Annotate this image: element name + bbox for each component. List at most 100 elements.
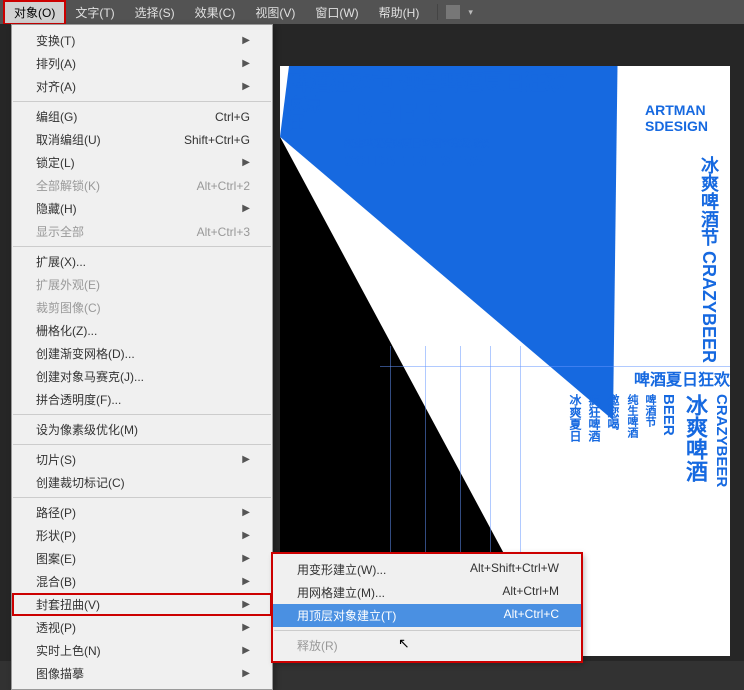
menu-item[interactable]: 隐藏(H) ▶ — [12, 197, 272, 220]
submenu-item: 释放(R) — [273, 634, 581, 657]
menu-item[interactable]: 锁定(L) ▶ — [12, 151, 272, 174]
menu-item[interactable]: 创建对象马赛克(J)... — [12, 365, 272, 388]
menu-item-label: 图案(E) — [36, 550, 76, 567]
menu-item-label: 设为像素级优化(M) — [36, 421, 138, 438]
menu-item-label: 排列(A) — [36, 55, 76, 72]
menu-item-label: 形状(P) — [36, 527, 76, 544]
art-text-leftcols: 疯凉 狂 — [286, 96, 322, 132]
chevron-right-icon: ▶ — [242, 530, 250, 541]
chevron-right-icon: ▶ — [242, 553, 250, 564]
menu-item-label: 锁定(L) — [36, 154, 75, 171]
menu-item[interactable]: 实时上色(N)▶ — [12, 639, 272, 662]
menu-window[interactable]: 窗口(W) — [305, 1, 368, 24]
menu-item[interactable]: 形状(P) ▶ — [12, 524, 272, 547]
tool-icon[interactable] — [446, 5, 460, 19]
menu-item-label: 实时上色(N) — [36, 642, 101, 659]
menu-item-label: 编组(G) — [36, 108, 77, 125]
menu-item[interactable]: 路径(P) ▶ — [12, 501, 272, 524]
chevron-right-icon: ▶ — [242, 576, 250, 587]
menu-item-label: 隐藏(H) — [36, 200, 77, 217]
menu-item-label: 取消编组(U) — [36, 131, 101, 148]
menubar-divider — [437, 4, 438, 20]
menu-item[interactable]: 对齐(A) ▶ — [12, 75, 272, 98]
menu-item[interactable]: 混合(B) ▶ — [12, 570, 272, 593]
menu-item[interactable]: 拼合透明度(F)... — [12, 388, 272, 411]
menu-item-label: 创建对象马赛克(J)... — [36, 368, 144, 385]
menu-item-label: 变换(T) — [36, 32, 75, 49]
menu-shortcut: Ctrl+G — [215, 110, 250, 124]
menu-item[interactable]: 扩展(X)... — [12, 250, 272, 273]
menu-separator — [274, 630, 580, 631]
menu-shortcut: Alt+Ctrl+2 — [197, 179, 250, 193]
menu-shortcut: Alt+Ctrl+C — [504, 607, 559, 624]
chevron-right-icon: ▶ — [242, 203, 250, 214]
menu-item: 裁剪图像(C) — [12, 296, 272, 319]
submenu-item-label: 用网格建立(M)... — [297, 584, 385, 601]
menu-separator — [13, 101, 271, 102]
menu-item[interactable]: 栅格化(Z)... — [12, 319, 272, 342]
chevron-right-icon: ▶ — [242, 454, 250, 465]
art-text-beer: BEER — [350, 98, 447, 132]
menu-item-label: 图像描摹 — [36, 665, 84, 682]
menu-item[interactable]: 封套扭曲(V)▶ — [12, 593, 272, 616]
menu-item-label: 对齐(A) — [36, 78, 76, 95]
submenu-item-label: 释放(R) — [297, 637, 338, 654]
chevron-down-icon[interactable]: ▾ — [468, 7, 473, 18]
menu-item[interactable]: 透视(P) ▶ — [12, 616, 272, 639]
chevron-right-icon: ▶ — [242, 35, 250, 46]
menu-separator — [13, 444, 271, 445]
menu-separator — [13, 497, 271, 498]
menu-item-label: 扩展(X)... — [36, 253, 86, 270]
menu-shortcut: Alt+Ctrl+3 — [197, 225, 250, 239]
art-text-small: 纯生啤酒清爽夏日啤酒节邀您畅饮 — [344, 140, 490, 150]
menu-item[interactable]: 创建裁切标记(C) — [12, 471, 272, 494]
menu-item-label: 创建渐变网格(D)... — [36, 345, 135, 362]
menu-separator — [13, 414, 271, 415]
submenu-item[interactable]: 用变形建立(W)...Alt+Shift+Ctrl+W — [273, 558, 581, 581]
chevron-right-icon: ▶ — [242, 157, 250, 168]
menu-item[interactable]: 设为像素级优化(M) — [12, 418, 272, 441]
menu-type[interactable]: 文字(T) — [65, 1, 124, 24]
submenu-item[interactable]: 用网格建立(M)...Alt+Ctrl+M — [273, 581, 581, 604]
menubar: 对象(O) 文字(T) 选择(S) 效果(C) 视图(V) 窗口(W) 帮助(H… — [0, 0, 744, 24]
menu-item[interactable]: 排列(A) ▶ — [12, 52, 272, 75]
art-right-horiz: 啤酒夏日狂欢 — [590, 366, 730, 390]
chevron-right-icon: ▶ — [242, 507, 250, 518]
art-text-vert: 冰爽啤酒节 CRAZYBEER — [696, 156, 722, 363]
menu-select[interactable]: 选择(S) — [125, 1, 185, 24]
menu-item[interactable]: 图像描摹 ▶ — [12, 662, 272, 685]
menu-item[interactable]: 变换(T) ▶ — [12, 29, 272, 52]
menu-help[interactable]: 帮助(H) — [369, 1, 430, 24]
menu-view[interactable]: 视图(V) — [245, 1, 305, 24]
menu-item: 扩展外观(E) — [12, 273, 272, 296]
menu-item[interactable]: 创建渐变网格(D)... — [12, 342, 272, 365]
menu-item-label: 扩展外观(E) — [36, 276, 100, 293]
art-text-top: 啤酒狂欢节 纯色啤酒夏日狂欢 — [288, 72, 566, 94]
menu-item[interactable]: 取消编组(U) Shift+Ctrl+G — [12, 128, 272, 151]
menu-item-label: 裁剪图像(C) — [36, 299, 101, 316]
menu-item-label: 创建裁切标记(C) — [36, 474, 125, 491]
menu-item-label: 显示全部 — [36, 223, 84, 240]
menu-item[interactable]: 编组(G) Ctrl+G — [12, 105, 272, 128]
art-text-fest: COLDBEERFESTIVAL — [344, 154, 492, 169]
menu-effect[interactable]: 效果(C) — [185, 1, 246, 24]
menu-shortcut: Shift+Ctrl+G — [184, 133, 250, 147]
submenu-item[interactable]: 用顶层对象建立(T)Alt+Ctrl+C — [273, 604, 581, 627]
menu-object[interactable]: 对象(O) — [4, 1, 65, 24]
envelope-distort-submenu[interactable]: 用变形建立(W)...Alt+Shift+Ctrl+W用网格建立(M)...Al… — [272, 553, 582, 662]
menu-item-label: 透视(P) — [36, 619, 76, 636]
menu-item-label: 切片(S) — [36, 451, 76, 468]
menu-item-label: 混合(B) — [36, 573, 76, 590]
menu-item-label: 路径(P) — [36, 504, 76, 521]
menu-shortcut: Alt+Shift+Ctrl+W — [470, 561, 559, 578]
object-menu-dropdown[interactable]: 变换(T) ▶ 排列(A) ▶ 对齐(A) ▶ 编组(G) Ctrl+G 取消编组(U) Shif… — [11, 24, 273, 690]
chevron-right-icon: ▶ — [242, 81, 250, 92]
menu-item-label: 全部解锁(K) — [36, 177, 100, 194]
chevron-right-icon: ▶ — [242, 599, 250, 610]
chevron-right-icon: ▶ — [242, 622, 250, 633]
chevron-right-icon: ▶ — [242, 668, 250, 679]
menu-item[interactable]: 切片(S) ▶ — [12, 448, 272, 471]
menu-item[interactable]: 图案(E) ▶ — [12, 547, 272, 570]
menu-separator — [13, 246, 271, 247]
chevron-right-icon: ▶ — [242, 58, 250, 69]
